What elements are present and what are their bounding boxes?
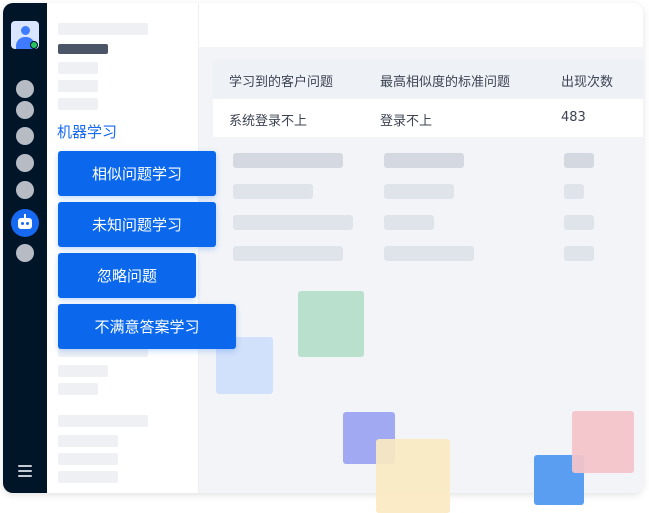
unsatisfied-answer-learning-button[interactable]: 不满意答案学习 xyxy=(58,304,236,349)
skeleton-cell xyxy=(233,184,313,199)
placeholder-line xyxy=(58,23,148,35)
placeholder-line xyxy=(58,471,118,483)
skeleton-cell xyxy=(233,153,343,168)
nav-dot-2[interactable] xyxy=(16,101,34,119)
robot-icon[interactable] xyxy=(11,209,39,237)
ignore-question-button[interactable]: 忽略问题 xyxy=(58,253,196,298)
cell-customer-question: 系统登录不上 xyxy=(229,114,308,129)
decor-square-yellow xyxy=(376,439,450,513)
placeholder-line xyxy=(58,98,98,110)
cell-standard-question: 登录不上 xyxy=(380,114,433,129)
skeleton-cell xyxy=(384,246,474,261)
nav-dot-3[interactable] xyxy=(16,127,34,145)
sidebar-title[interactable]: 机器学习 xyxy=(57,121,117,142)
placeholder-line xyxy=(58,80,98,92)
column-header-count: 出现次数 xyxy=(561,75,614,90)
skeleton-cell xyxy=(564,153,594,168)
icon-rail xyxy=(3,3,47,493)
placeholder-line xyxy=(58,415,148,427)
app-window: 机器学习 学习到的客户问题 最高相似度的标准问题 出现次数 系统登录不上 登录不… xyxy=(3,3,643,493)
skeleton-cell xyxy=(564,184,584,199)
column-header-customer-question: 学习到的客户问题 xyxy=(229,75,334,90)
unknown-question-learning-button[interactable]: 未知问题学习 xyxy=(58,202,216,247)
skeleton-cell xyxy=(384,215,434,230)
placeholder-line xyxy=(58,453,118,465)
placeholder-line xyxy=(58,365,108,377)
decor-square-green xyxy=(298,291,364,357)
nav-dot-4[interactable] xyxy=(16,154,34,172)
secondary-sidebar: 机器学习 xyxy=(47,3,199,493)
skeleton-cell xyxy=(384,153,464,168)
table-row[interactable]: 系统登录不上 登录不上 483 xyxy=(213,99,643,137)
skeleton-cell xyxy=(564,246,594,261)
table-header: 学习到的客户问题 最高相似度的标准问题 出现次数 xyxy=(213,59,643,99)
placeholder-line-active xyxy=(58,44,108,54)
skeleton-cell xyxy=(233,246,343,261)
nav-dot-6[interactable] xyxy=(16,244,34,262)
nav-dot-1[interactable] xyxy=(16,80,34,98)
skeleton-cell xyxy=(384,184,454,199)
online-status-dot xyxy=(30,41,38,49)
cell-count: 483 xyxy=(561,110,586,125)
top-bar xyxy=(199,3,643,47)
similar-question-learning-button[interactable]: 相似问题学习 xyxy=(58,151,216,196)
placeholder-line xyxy=(58,435,118,447)
placeholder-line xyxy=(58,62,98,74)
skeleton-cell xyxy=(233,215,353,230)
skeleton-cell xyxy=(564,215,594,230)
placeholder-line xyxy=(58,383,98,395)
decor-square-pink xyxy=(572,411,634,473)
hamburger-menu-icon[interactable] xyxy=(18,465,32,477)
nav-dot-5[interactable] xyxy=(16,181,34,199)
column-header-standard-question: 最高相似度的标准问题 xyxy=(380,75,511,90)
